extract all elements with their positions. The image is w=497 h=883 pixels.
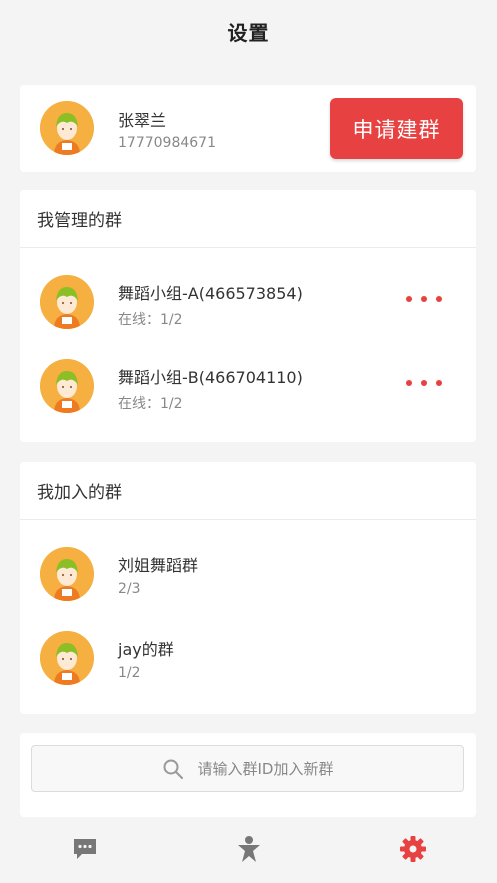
avatar bbox=[40, 101, 94, 155]
tab-profile[interactable] bbox=[234, 834, 264, 864]
bottom-tab-bar bbox=[0, 818, 497, 883]
search-icon bbox=[163, 759, 183, 779]
joined-group-row[interactable]: 刘姐舞蹈群 2/3 bbox=[20, 532, 476, 616]
person-star-icon bbox=[238, 836, 260, 862]
group-name: 舞蹈小组-A(466573854) bbox=[118, 284, 303, 303]
group-avatar bbox=[40, 547, 94, 601]
settings-page: 设置 张翠兰 17770984671 申请建群 我管理的群 舞蹈小组-A(466… bbox=[0, 0, 497, 883]
managed-groups-card: 我管理的群 舞蹈小组-A(466573854) 在线：1/2 舞蹈小组-B(46… bbox=[20, 190, 476, 442]
section-title-joined: 我加入的群 bbox=[20, 462, 476, 520]
managed-group-row[interactable]: 舞蹈小组-B(466704110) 在线：1/2 bbox=[20, 344, 476, 428]
page-title: 设置 bbox=[227, 20, 270, 45]
group-avatar bbox=[40, 359, 94, 413]
apply-create-group-button[interactable]: 申请建群 bbox=[330, 98, 463, 159]
tab-settings[interactable] bbox=[398, 834, 428, 864]
group-name: jay的群 bbox=[118, 640, 174, 659]
header: 设置 bbox=[0, 0, 497, 62]
joined-groups-card: 我加入的群 刘姐舞蹈群 2/3 jay的群 1/2 bbox=[20, 462, 476, 714]
group-member-count: 1/2 bbox=[118, 665, 141, 681]
user-name: 张翠兰 bbox=[118, 111, 167, 130]
join-group-search-input[interactable]: 请输入群ID加入新群 bbox=[31, 745, 464, 792]
group-avatar bbox=[40, 631, 94, 685]
group-online-status: 在线：1/2 bbox=[118, 312, 183, 328]
section-title-managed: 我管理的群 bbox=[20, 190, 476, 248]
group-avatar bbox=[40, 275, 94, 329]
group-online-status: 在线：1/2 bbox=[118, 396, 183, 412]
message-icon bbox=[74, 839, 96, 859]
profile-card: 张翠兰 17770984671 申请建群 bbox=[20, 85, 476, 172]
gear-icon bbox=[400, 836, 426, 862]
group-name: 舞蹈小组-B(466704110) bbox=[118, 368, 303, 387]
managed-group-row[interactable]: 舞蹈小组-A(466573854) 在线：1/2 bbox=[20, 260, 476, 344]
group-member-count: 2/3 bbox=[118, 581, 141, 597]
search-card: 请输入群ID加入新群 bbox=[20, 733, 476, 817]
more-options-icon[interactable] bbox=[406, 292, 442, 306]
user-phone: 17770984671 bbox=[118, 135, 216, 151]
joined-group-row[interactable]: jay的群 1/2 bbox=[20, 616, 476, 700]
group-name: 刘姐舞蹈群 bbox=[118, 556, 199, 575]
more-options-icon[interactable] bbox=[406, 376, 442, 390]
search-placeholder: 请输入群ID加入新群 bbox=[197, 760, 334, 778]
tab-messages[interactable] bbox=[70, 834, 100, 864]
